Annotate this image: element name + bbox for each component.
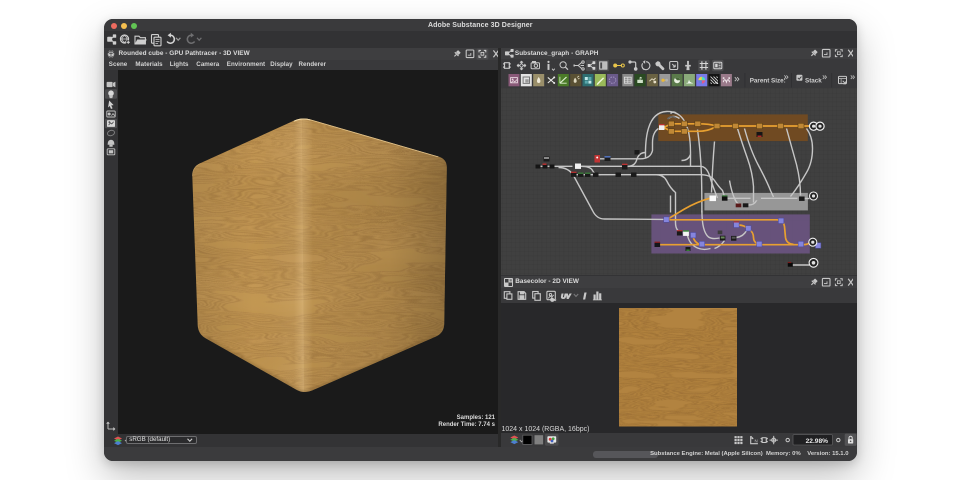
svg-text:N: N <box>754 439 757 444</box>
svg-text:Parent Size:: Parent Size: <box>749 77 785 84</box>
svg-text:UV: UV <box>561 293 572 300</box>
svg-text:91: 91 <box>714 81 718 85</box>
svg-text:Stack: Stack <box>805 77 822 84</box>
svg-text:i: i <box>583 291 586 301</box>
svg-text:22.98%: 22.98% <box>805 438 828 445</box>
